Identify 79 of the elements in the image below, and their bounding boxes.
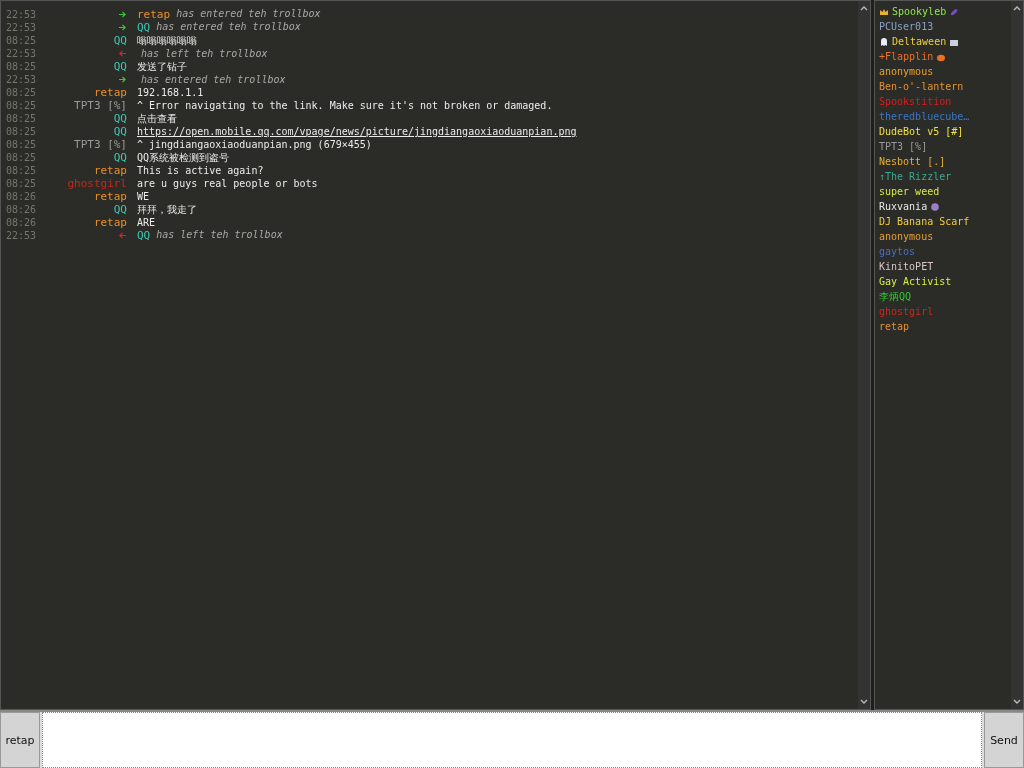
scrollbar[interactable] xyxy=(1011,1,1023,709)
timestamp: 08:25 xyxy=(5,126,38,137)
user-name[interactable]: DudeBot v5 [#] xyxy=(879,126,964,137)
timestamp: 22:53 xyxy=(5,48,38,59)
user-name[interactable]: Deltaween xyxy=(892,36,947,47)
username[interactable]: retap xyxy=(137,8,171,21)
message-text: QQ系统被检测到盗号 xyxy=(137,150,230,165)
username[interactable]: QQ xyxy=(113,151,127,164)
user-name[interactable]: Gay Activist xyxy=(879,276,952,287)
timestamp: 08:25 xyxy=(5,87,38,98)
message-text: 嗡嗡嗡嗡嗡嗡 xyxy=(137,33,197,48)
message-text: are u guys real people or bots xyxy=(137,178,318,189)
message-input[interactable] xyxy=(42,712,982,768)
message-text: 发送了钻子 xyxy=(137,59,187,74)
timestamp: 08:25 xyxy=(5,139,38,150)
timestamp: 08:25 xyxy=(5,35,38,46)
send-button[interactable]: Send xyxy=(984,712,1024,768)
timestamp: 08:25 xyxy=(5,165,38,176)
username[interactable]: TPT3 [%] xyxy=(74,138,127,151)
message-text: WE xyxy=(137,191,150,202)
username[interactable]: retap xyxy=(93,216,127,229)
user-name[interactable]: 李炳QQ xyxy=(879,289,912,304)
user-name[interactable]: ↑The Rizzler xyxy=(879,171,952,182)
username[interactable]: TPT3 [%] xyxy=(74,99,127,112)
event-text: has entered teh trollbox xyxy=(140,74,286,85)
scroll-down-icon[interactable] xyxy=(860,699,868,705)
message-text: This is active again? xyxy=(137,165,264,176)
user-name[interactable]: anonymous xyxy=(879,66,934,77)
timestamp: 22:53 xyxy=(5,74,38,85)
user-name[interactable]: KinitoPET xyxy=(879,261,934,272)
timestamp: 22:53 xyxy=(5,230,38,241)
scrollbar[interactable] xyxy=(858,1,870,709)
event-text: has left teh trollbox xyxy=(140,48,268,59)
eggplant-icon xyxy=(949,6,960,17)
message-text: ARE xyxy=(137,217,156,228)
username[interactable]: QQ xyxy=(113,203,127,216)
timestamp: 08:26 xyxy=(5,217,38,228)
user-name[interactable]: super weed xyxy=(879,186,940,197)
timestamp: 22:53 xyxy=(5,9,38,20)
user-name[interactable]: Spookyleb xyxy=(892,6,947,17)
event-text: has left teh trollbox xyxy=(156,229,283,242)
message-text: ^ Error navigating to the link. Make sure it's not broken or damaged. xyxy=(137,100,553,111)
username[interactable]: QQ xyxy=(113,34,127,47)
message-text: ^ jingdiangaoxiaoduanpian.png (679×455) xyxy=(137,139,372,150)
user-name[interactable]: DJ Banana Scarf xyxy=(879,216,970,227)
timestamp: 08:25 xyxy=(5,100,38,111)
message-text: 点击查看 xyxy=(137,111,177,126)
user-name[interactable]: +Flapplin xyxy=(879,51,934,62)
username[interactable]: QQ xyxy=(137,229,151,242)
user-name[interactable]: Ben-o'-lantern xyxy=(879,81,964,92)
username[interactable]: retap xyxy=(93,86,127,99)
user-name[interactable]: Nesbott [.] xyxy=(879,156,946,167)
event-text: has entered teh trollbox xyxy=(156,21,301,34)
scroll-up-icon[interactable] xyxy=(860,5,868,11)
username[interactable]: retap xyxy=(93,190,127,203)
timestamp: 08:25 xyxy=(5,113,38,124)
user-name[interactable]: TPT3 [%] xyxy=(879,141,928,152)
timestamp: 08:26 xyxy=(5,191,38,202)
username-button[interactable]: retap xyxy=(0,712,40,768)
message-text: 拜拜，我走了 xyxy=(137,202,197,217)
scroll-up-icon[interactable] xyxy=(1013,5,1021,11)
user-name[interactable]: Ruxvania xyxy=(879,201,928,212)
timestamp: 08:25 xyxy=(5,61,38,72)
timestamp: 22:53 xyxy=(5,22,38,33)
username[interactable]: retap xyxy=(93,164,127,177)
event-text: has entered teh trollbox xyxy=(176,8,321,21)
timestamp: 08:25 xyxy=(5,178,38,189)
user-name[interactable]: PCUser013 xyxy=(879,21,934,32)
message-text: 192.168.1.1 xyxy=(137,87,204,98)
timestamp: 08:26 xyxy=(5,204,38,215)
timestamp: 08:25 xyxy=(5,152,38,163)
message-link[interactable]: https://open.mobile.qq.com/vpage/news/picture/jingdiangaoxiaoduanpian.png xyxy=(137,126,577,137)
user-name[interactable]: anonymous xyxy=(879,231,934,242)
username[interactable]: QQ xyxy=(113,125,127,138)
user-name[interactable]: retap xyxy=(879,321,910,332)
scroll-down-icon[interactable] xyxy=(1013,699,1021,705)
username[interactable]: QQ xyxy=(137,21,151,34)
username[interactable]: QQ xyxy=(113,112,127,125)
username[interactable]: QQ xyxy=(113,60,127,73)
